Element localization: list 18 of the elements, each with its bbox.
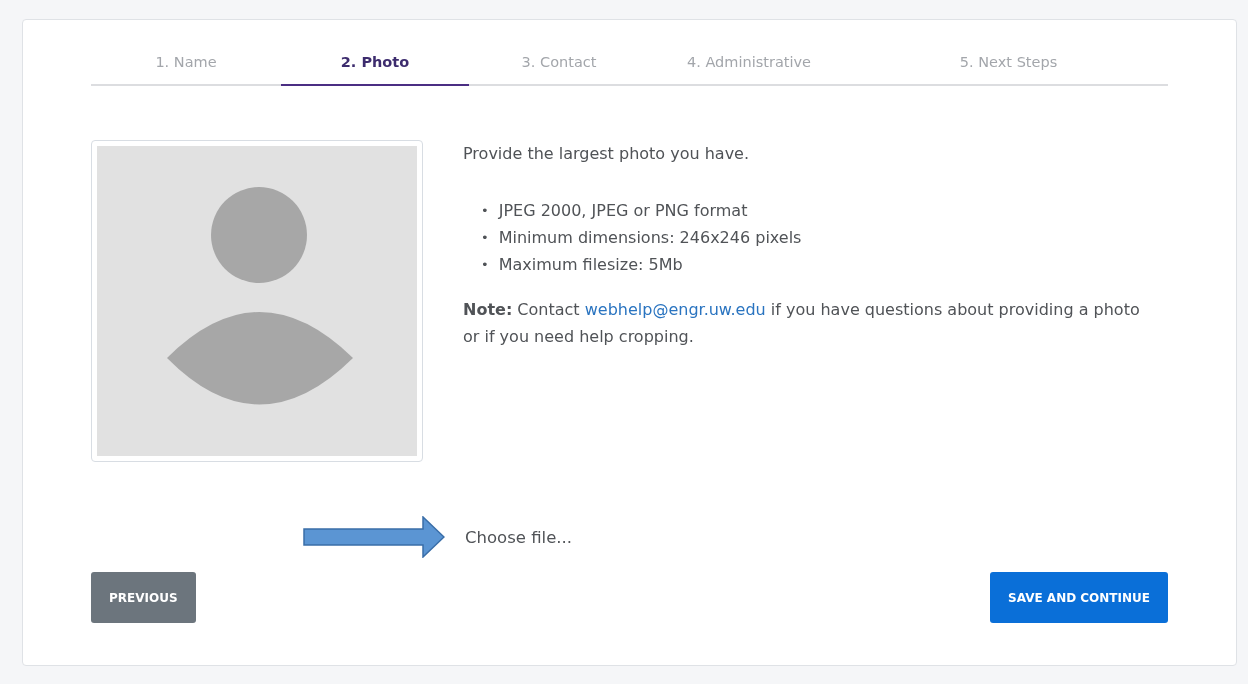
choose-file-input[interactable]: Choose file... (465, 527, 573, 547)
intro-text: Provide the largest photo you have. (463, 143, 751, 165)
bullet: • (481, 229, 489, 247)
bullet: • (481, 256, 489, 274)
step-tab[interactable]: 2. Photo (281, 44, 469, 86)
step-tab[interactable]: 3. Contact (469, 44, 649, 86)
save-and-continue-button[interactable]: SAVE AND CONTINUE (990, 572, 1168, 623)
step-tab[interactable]: 1. Name (91, 44, 281, 86)
requirement-item: JPEG 2000, JPEG or PNG format (498, 200, 748, 222)
email-link[interactable]: webhelp@engr.uw.edu (584, 300, 766, 319)
step-tab[interactable]: 5. Next Steps (849, 44, 1168, 86)
requirement-item: Minimum dimensions: 246x246 pixels (498, 227, 802, 249)
bullet: • (481, 202, 489, 220)
note-text: Note: Contact webhelp@engr.uw.edu if you have questions about providing a photo or if you need help cropping. (463, 299, 1141, 348)
step-tab[interactable]: 4. Administrative (649, 44, 849, 86)
previous-button[interactable]: PREVIOUS (91, 572, 196, 623)
arrow-icon (303, 516, 445, 558)
requirement-item: Maximum filesize: 5Mb (498, 254, 683, 276)
